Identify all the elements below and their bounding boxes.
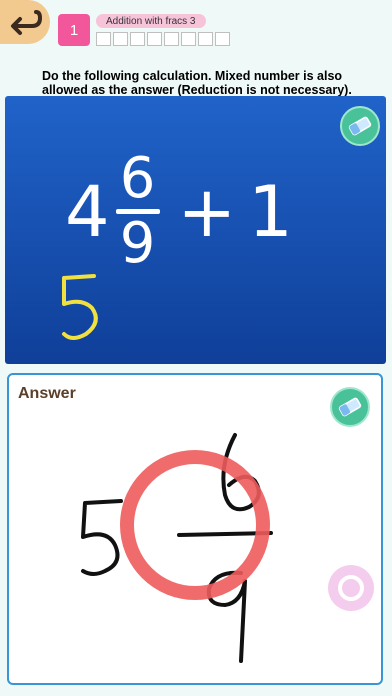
instruction-text: Do the following calculation. Mixed numb… — [42, 69, 352, 97]
denominator: 9 — [119, 211, 156, 276]
progress-cell — [198, 32, 213, 46]
addend: 1 — [248, 170, 293, 253]
submit-circle-icon — [338, 575, 364, 601]
plus-operator: + — [177, 170, 237, 253]
handwritten-answer — [81, 433, 273, 663]
progress-boxes — [96, 32, 232, 46]
progress-cell — [215, 32, 230, 46]
progress-cell — [164, 32, 179, 46]
progress-cell — [96, 32, 111, 46]
back-button[interactable] — [0, 0, 50, 44]
progress-cell — [130, 32, 145, 46]
progress-cell — [181, 32, 196, 46]
submit-button[interactable] — [328, 565, 374, 611]
math-problem: 4 6 9 + 1 — [65, 151, 293, 272]
numerator: 6 — [119, 146, 156, 211]
fraction: 6 9 — [115, 146, 160, 276]
handwritten-note-five — [62, 274, 98, 340]
answer-canvas[interactable]: Answer — [7, 373, 383, 685]
progress-cell — [147, 32, 162, 46]
whole-number: 4 — [65, 170, 110, 253]
progress-cell — [113, 32, 128, 46]
board-eraser-button[interactable] — [340, 106, 380, 146]
eraser-icon — [348, 116, 372, 136]
lesson-title: Addition with fracs 3 — [96, 14, 206, 28]
question-number: 1 — [58, 14, 90, 46]
back-arrow-icon — [11, 10, 42, 35]
